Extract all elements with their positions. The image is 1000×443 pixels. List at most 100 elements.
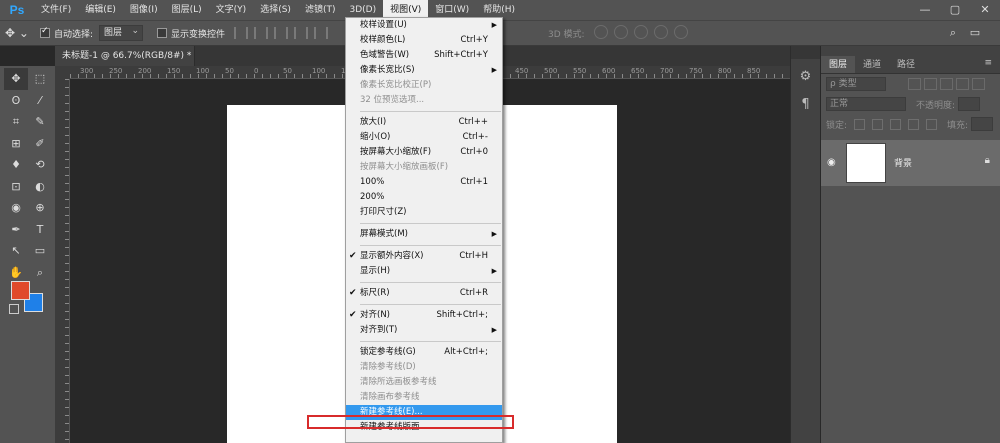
blend-row: 正常 不透明度: xyxy=(821,94,1000,114)
view-menu-item[interactable]: 锁定参考线(G) Alt+Ctrl+; xyxy=(346,345,502,360)
lock-all-icon[interactable] xyxy=(926,118,938,130)
tool-13-icon[interactable]: ⊕ xyxy=(28,197,52,219)
menu-separator xyxy=(360,111,501,112)
tool-3-icon[interactable]: ⁄ xyxy=(28,90,52,112)
tool-19-icon[interactable]: ⌕ xyxy=(28,262,52,284)
view-menu-item[interactable]: 缩小(O) Ctrl+- xyxy=(346,130,502,145)
show-transform-checkbox[interactable] xyxy=(157,28,168,38)
roll-3d-icon[interactable] xyxy=(614,25,628,39)
ruler-tick-label: 550 xyxy=(573,67,587,75)
view-menu-item-label: 放大(I) xyxy=(360,117,387,127)
auto-select-dropdown[interactable]: 图层 xyxy=(99,24,144,41)
tool-14-icon[interactable]: ✒ xyxy=(4,219,28,241)
paragraph-icon[interactable]: ¶ xyxy=(796,95,816,115)
lock-pixels-icon[interactable] xyxy=(854,118,866,130)
fill-field[interactable] xyxy=(971,117,994,131)
tool-6-icon[interactable]: ⊞ xyxy=(4,133,28,155)
view-menu-item[interactable]: 显示(H) ▶ xyxy=(346,264,502,279)
slide-3d-icon[interactable] xyxy=(654,25,668,39)
view-menu-item[interactable]: 200% xyxy=(346,190,502,205)
view-menu-item-label: 100% xyxy=(360,177,385,187)
document-tab[interactable]: 未标题-1 @ 66.7%(RGB/8#) * × xyxy=(55,46,206,66)
tool-2-icon[interactable]: ʘ xyxy=(4,90,28,112)
menu-3[interactable]: 图层(L) xyxy=(165,0,209,20)
align-right-icon[interactable] xyxy=(274,27,289,39)
tool-5-icon[interactable]: ✎ xyxy=(28,111,52,133)
tool-17-icon[interactable]: ▭ xyxy=(28,240,52,262)
view-menu-item[interactable]: 打印尺寸(Z) xyxy=(346,205,502,220)
menu-2[interactable]: 图像(I) xyxy=(123,0,165,20)
align-left-icon[interactable] xyxy=(234,27,249,39)
view-menu-item: 清除画布参考线 xyxy=(346,390,502,405)
filter-adjust-icon[interactable] xyxy=(924,78,937,90)
view-menu-item[interactable]: 校样设置(U) ▶ xyxy=(346,18,502,33)
orbit-3d-icon[interactable] xyxy=(594,25,608,39)
minimize-button[interactable]: — xyxy=(910,0,940,20)
lock-label: 锁定: xyxy=(826,120,848,131)
foreground-color-swatch[interactable] xyxy=(11,281,30,300)
align-middle-icon[interactable] xyxy=(314,27,329,39)
layer-row-background[interactable]: ◉ 背景 🔒︎ xyxy=(821,140,1000,186)
view-menu-item[interactable]: 100% Ctrl+1 xyxy=(346,175,502,190)
menu-0[interactable]: 文件(F) xyxy=(34,0,78,20)
tab-channels[interactable]: 通道 xyxy=(855,56,889,73)
eye-icon[interactable]: ◉ xyxy=(827,157,836,168)
filter-type-icon[interactable] xyxy=(940,78,953,90)
tool-12-icon[interactable]: ◉ xyxy=(4,197,28,219)
auto-select-checkbox[interactable] xyxy=(40,26,50,38)
view-menu-item[interactable]: ✔ 对齐(N) Shift+Ctrl+; xyxy=(346,308,502,323)
menu-5[interactable]: 选择(S) xyxy=(253,0,298,20)
view-menu-item[interactable]: 色域警告(W) Shift+Ctrl+Y xyxy=(346,48,502,63)
align-top-icon[interactable] xyxy=(294,27,309,39)
tool-16-icon[interactable]: ↖ xyxy=(4,240,28,262)
filter-shape-icon[interactable] xyxy=(956,78,969,90)
menu-4[interactable]: 文字(Y) xyxy=(209,0,254,20)
workspace-icon[interactable]: ▭ xyxy=(964,24,986,42)
filter-smart-icon[interactable] xyxy=(972,78,985,90)
lock-paint-icon[interactable] xyxy=(872,118,884,130)
tool-1-icon[interactable]: ⬚ xyxy=(28,68,52,90)
view-menu-item[interactable]: ✔ 标尺(R) Ctrl+R xyxy=(346,286,502,301)
view-menu-item-label: 显示(H) xyxy=(360,266,391,276)
scale-3d-icon[interactable] xyxy=(674,25,688,39)
tab-layers[interactable]: 图层 xyxy=(821,56,856,73)
view-menu-item[interactable]: 放大(I) Ctrl++ xyxy=(346,115,502,130)
layer-thumbnail xyxy=(846,143,886,183)
tool-15-icon[interactable]: T xyxy=(28,219,52,241)
view-menu-item[interactable]: 校样颜色(L) Ctrl+Y xyxy=(346,33,502,48)
menu-6[interactable]: 滤镜(T) xyxy=(298,0,343,20)
lock-artboard-icon[interactable] xyxy=(908,118,920,130)
align-center-icon[interactable] xyxy=(254,27,269,39)
tool-18-icon[interactable]: ✋ xyxy=(4,262,28,284)
tool-7-icon[interactable]: ✐ xyxy=(28,133,52,155)
default-colors-icon[interactable] xyxy=(9,304,19,314)
view-menu-item[interactable]: 像素长宽比(S) ▶ xyxy=(346,63,502,78)
view-menu-item[interactable]: 屏幕模式(M) ▶ xyxy=(346,227,502,242)
tool-4-icon[interactable]: ⌗ xyxy=(4,111,28,133)
history-icon[interactable]: ⚙ xyxy=(796,67,816,87)
drag-3d-icon[interactable] xyxy=(634,25,648,39)
view-menu-item[interactable]: 按屏幕大小缩放(F) Ctrl+0 xyxy=(346,145,502,160)
filter-pixel-icon[interactable] xyxy=(908,78,921,90)
opacity-field[interactable] xyxy=(958,97,981,111)
tab-paths[interactable]: 路径 xyxy=(889,56,923,73)
maximize-button[interactable]: ▢ xyxy=(940,0,970,20)
panel-menu-icon[interactable]: ≡ xyxy=(984,58,992,68)
tool-10-icon[interactable]: ⊡ xyxy=(4,176,28,198)
tool-9-icon[interactable]: ⟲ xyxy=(28,154,52,176)
tool-0-icon[interactable]: ✥ xyxy=(4,68,28,90)
blend-mode-dropdown[interactable]: 正常 xyxy=(826,97,906,111)
view-menu-item: 32 位预览选项... xyxy=(346,93,502,108)
document-title: 未标题-1 @ 66.7%(RGB/8#) * xyxy=(62,51,192,61)
layer-filter-dropdown[interactable]: ρ 类型 xyxy=(826,77,886,91)
close-button[interactable]: ✕ xyxy=(970,0,1000,20)
view-menu-item-label: 对齐(N) xyxy=(360,310,390,320)
view-menu-item[interactable]: 对齐到(T) ▶ xyxy=(346,323,502,338)
move-tool-icon[interactable]: ✥ ⌄ xyxy=(0,26,34,40)
tool-11-icon[interactable]: ◐ xyxy=(28,176,52,198)
tool-8-icon[interactable]: ♦ xyxy=(4,154,28,176)
menu-1[interactable]: 编辑(E) xyxy=(78,0,123,20)
view-menu-item[interactable]: ✔ 显示额外内容(X) Ctrl+H xyxy=(346,249,502,264)
search-icon[interactable]: ⌕ xyxy=(942,24,964,42)
lock-move-icon[interactable] xyxy=(890,118,902,130)
